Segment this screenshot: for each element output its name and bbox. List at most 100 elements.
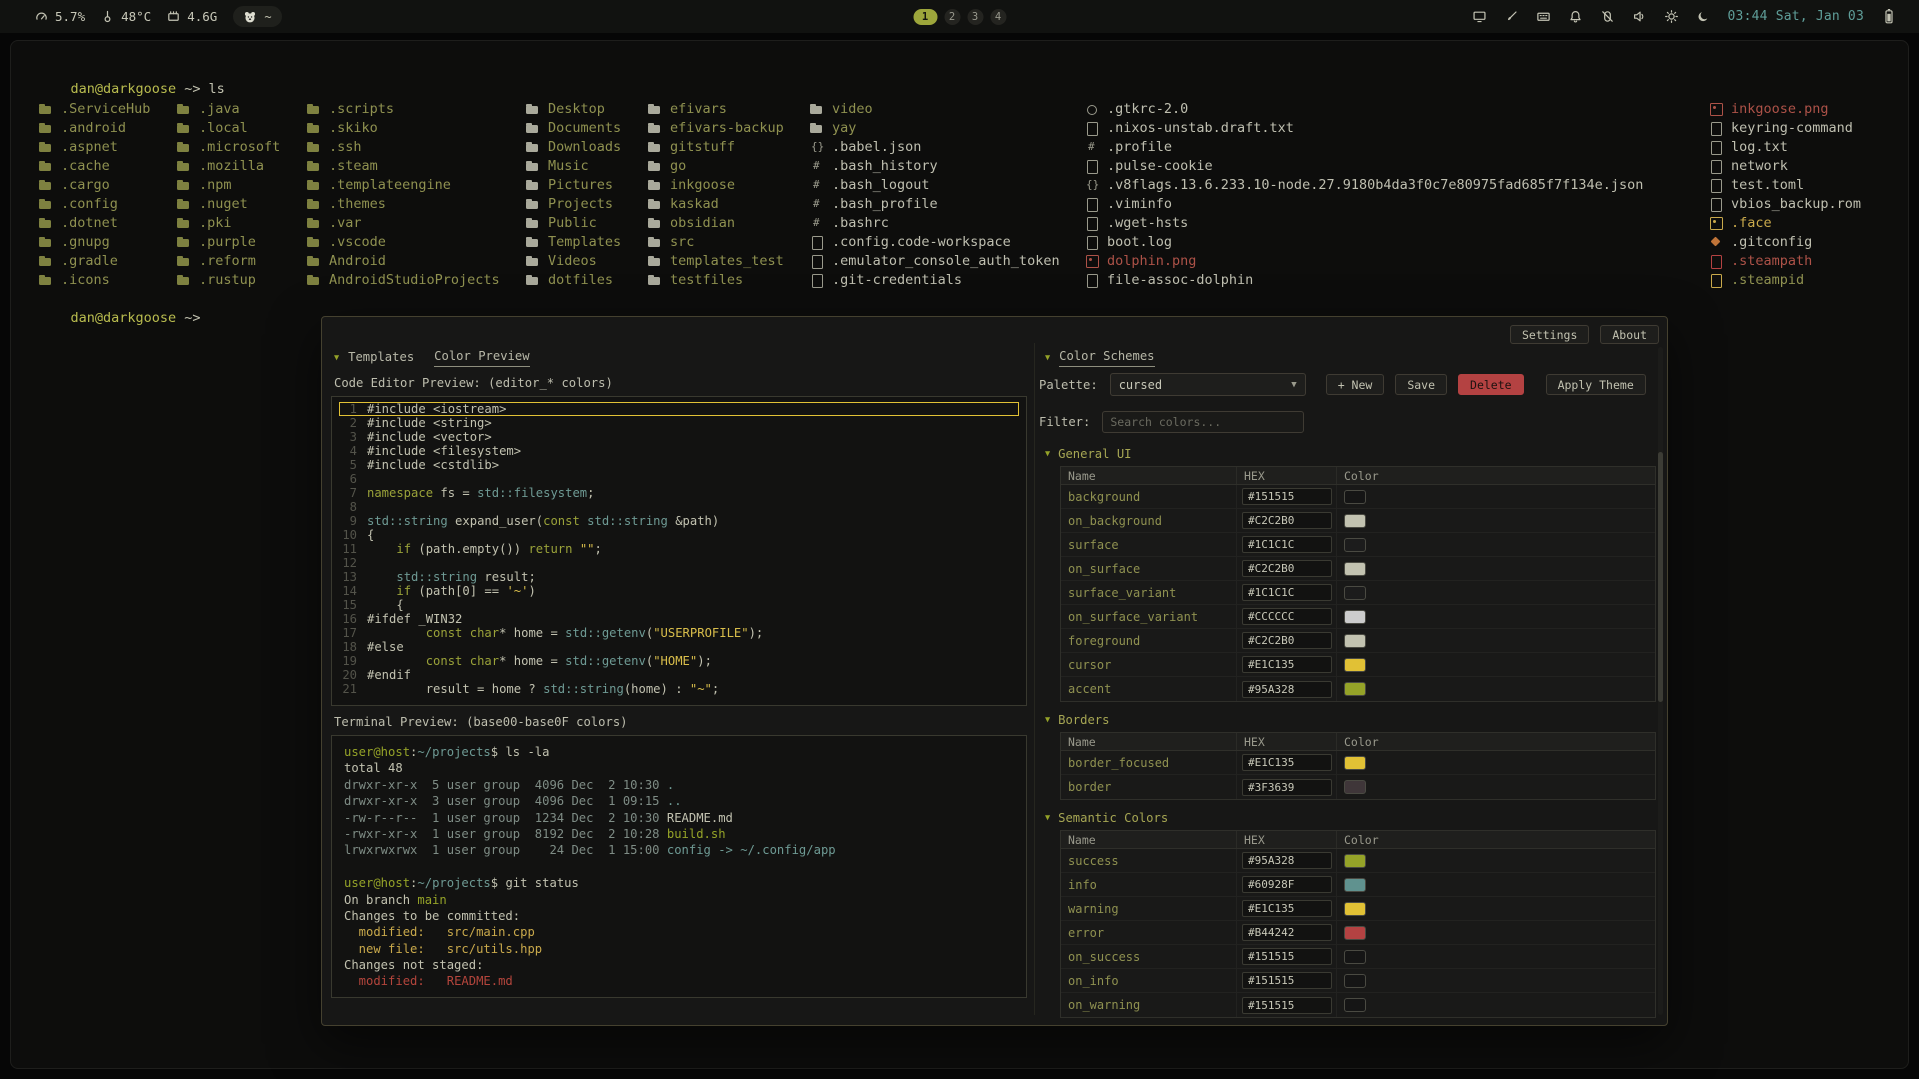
color-swatch[interactable]: [1344, 854, 1366, 868]
pane-divider: [1034, 343, 1035, 1015]
speaker-icon[interactable]: [1632, 9, 1647, 24]
mouse-off-icon[interactable]: [1600, 9, 1615, 24]
color-name: background: [1061, 485, 1237, 508]
color-swatch[interactable]: [1344, 490, 1366, 504]
file-name: .emulator_console_auth_token: [832, 253, 1060, 269]
color-swatch[interactable]: [1344, 514, 1366, 528]
file-name: .bash_history: [832, 158, 938, 174]
file-entry: Music: [525, 156, 621, 175]
color-swatch[interactable]: [1344, 902, 1366, 916]
color-swatch[interactable]: [1344, 878, 1366, 892]
section-header[interactable]: ▼Semantic Colors: [1045, 811, 1657, 825]
bell-icon[interactable]: [1568, 9, 1583, 24]
color-swatch[interactable]: [1344, 538, 1366, 552]
hex-input[interactable]: #151515: [1242, 948, 1332, 965]
color-swatch[interactable]: [1344, 634, 1366, 648]
code-line: 1#include <iostream>: [339, 402, 1019, 416]
settings-button[interactable]: Settings: [1510, 325, 1589, 344]
workspace-3[interactable]: 3: [967, 9, 983, 25]
hex-input[interactable]: #B44242: [1242, 924, 1332, 941]
section-header[interactable]: ▼General UI: [1045, 447, 1657, 461]
file-entry: AndroidStudioProjects: [306, 270, 500, 289]
color-swatch[interactable]: [1344, 658, 1366, 672]
color-swatch[interactable]: [1344, 562, 1366, 576]
hex-input[interactable]: #3F3639: [1242, 779, 1332, 796]
file-entry: efivars-backup: [647, 118, 784, 137]
palette-select[interactable]: cursed ▼: [1110, 373, 1306, 396]
hex-input[interactable]: #60928F: [1242, 876, 1332, 893]
hex-input[interactable]: #C2C2B0: [1242, 632, 1332, 649]
palette-actions: + New Save Delete Apply Theme: [1315, 374, 1646, 395]
file-name: .profile: [1107, 139, 1172, 155]
file-name: .themes: [329, 196, 386, 212]
hex-input[interactable]: #1C1C1C: [1242, 584, 1332, 601]
save-button[interactable]: Save: [1395, 374, 1447, 395]
color-swatch[interactable]: [1344, 780, 1366, 794]
workspace-1[interactable]: 1: [913, 9, 937, 25]
terminal-line: On branch main: [344, 892, 1014, 908]
hex-input[interactable]: #C2C2B0: [1242, 512, 1332, 529]
file-name: .ssh: [329, 139, 362, 155]
hex-input[interactable]: #CCCCCC: [1242, 608, 1332, 625]
column-header: Color: [1337, 831, 1655, 848]
hex-input[interactable]: #151515: [1242, 997, 1332, 1014]
gtk-icon: [1084, 101, 1099, 116]
file-name: .icons: [61, 272, 110, 288]
scrollbar-thumb[interactable]: [1658, 452, 1663, 702]
color-swatch[interactable]: [1344, 682, 1366, 696]
table-row: cursor#E1C135: [1061, 653, 1655, 677]
file-icon: [809, 272, 824, 287]
color-swatch[interactable]: [1344, 998, 1366, 1012]
color-name: warning: [1061, 897, 1237, 920]
hex-input[interactable]: #E1C135: [1242, 754, 1332, 771]
display-icon[interactable]: [1472, 9, 1487, 24]
terminal-line: total 48: [344, 760, 1014, 776]
color-swatch[interactable]: [1344, 586, 1366, 600]
new-button[interactable]: + New: [1326, 374, 1385, 395]
workspace-2[interactable]: 2: [944, 9, 960, 25]
file-entry: .bash_logout: [809, 175, 1060, 194]
img-icon: [1708, 101, 1723, 116]
color-swatch[interactable]: [1344, 756, 1366, 770]
keyboard-icon[interactable]: [1536, 9, 1551, 24]
code-line: 2#include <string>: [339, 416, 1019, 430]
tab-templates[interactable]: Templates: [348, 350, 414, 367]
color-swatch[interactable]: [1344, 610, 1366, 624]
collapse-arrow-icon[interactable]: ▼: [334, 353, 339, 363]
hex-input[interactable]: #E1C135: [1242, 900, 1332, 917]
tab-color-schemes[interactable]: ▼ Color Schemes: [1045, 349, 1155, 367]
delete-button[interactable]: Delete: [1458, 374, 1524, 395]
apply-theme-button[interactable]: Apply Theme: [1546, 374, 1646, 395]
workspace-pill[interactable]: ~: [233, 6, 281, 27]
brightness-icon[interactable]: [1664, 9, 1679, 24]
file-entry: .aspnet: [38, 137, 150, 156]
folder-icon: [38, 158, 53, 173]
hex-input[interactable]: #95A328: [1242, 852, 1332, 869]
workspace-4[interactable]: 4: [990, 9, 1006, 25]
table-row: on_surface_variant#CCCCCC: [1061, 605, 1655, 629]
color-swatch[interactable]: [1344, 974, 1366, 988]
color-swatch[interactable]: [1344, 950, 1366, 964]
search-colors-input[interactable]: [1102, 411, 1304, 433]
hex-input[interactable]: #151515: [1242, 488, 1332, 505]
terminal-line: modified: README.md: [344, 973, 1014, 989]
section-header[interactable]: ▼Borders: [1045, 713, 1657, 727]
about-button[interactable]: About: [1600, 325, 1659, 344]
night-light-icon[interactable]: [1696, 9, 1711, 24]
file-entry: .gradle: [38, 251, 150, 270]
color-swatch[interactable]: [1344, 926, 1366, 940]
hex-input[interactable]: #1C1C1C: [1242, 536, 1332, 553]
hex-input[interactable]: #E1C135: [1242, 656, 1332, 673]
hex-input[interactable]: #151515: [1242, 972, 1332, 989]
tab-color-preview[interactable]: Color Preview: [434, 349, 529, 367]
scrollbar[interactable]: [1658, 347, 1663, 1015]
terminal-line: Changes not staged:: [344, 957, 1014, 973]
hex-input[interactable]: #C2C2B0: [1242, 560, 1332, 577]
file-name: efivars-backup: [670, 120, 784, 136]
file-name: .aspnet: [61, 139, 118, 155]
code-line: 10{: [339, 528, 1019, 542]
hex-input[interactable]: #95A328: [1242, 681, 1332, 698]
workspace-path: ~: [264, 10, 271, 24]
brush-icon[interactable]: [1504, 9, 1519, 24]
terminal-line: user@host:~/projects$ ls -la: [344, 744, 1014, 760]
